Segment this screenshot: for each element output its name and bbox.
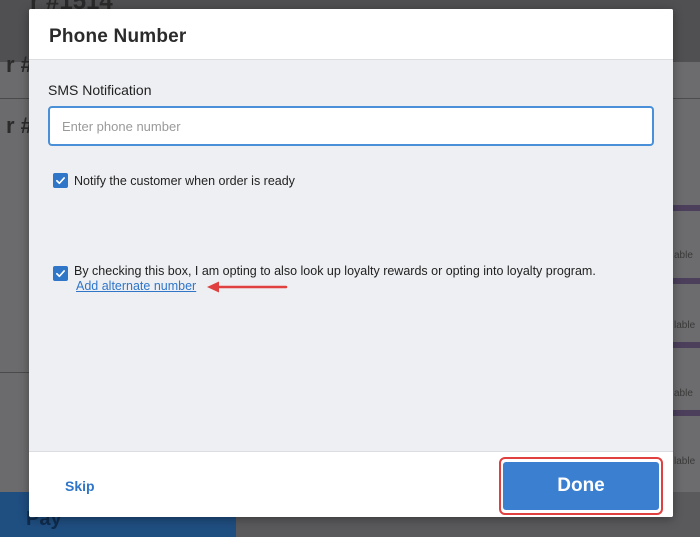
background-right-strip: [672, 278, 700, 284]
background-right-strip: [672, 410, 700, 416]
dialog-footer: Skip Done: [29, 451, 673, 517]
add-alternate-number-link[interactable]: Add alternate number: [76, 279, 196, 293]
loyalty-opt-in-checkbox[interactable]: [53, 266, 68, 281]
background-right-label: lable: [674, 320, 696, 331]
background-right-label: able: [674, 388, 693, 399]
loyalty-opt-in-label: By checking this box, I am opting to als…: [74, 264, 596, 278]
skip-button[interactable]: Skip: [65, 478, 95, 494]
notify-customer-checkbox[interactable]: [53, 173, 68, 188]
notify-customer-label: Notify the customer when order is ready: [74, 174, 295, 188]
phone-number-dialog: Phone Number SMS Notification Notify the…: [29, 9, 673, 517]
background-right-label: lable: [674, 456, 696, 467]
background-right-strip: [672, 342, 700, 348]
dialog-body: SMS Notification Notify the customer whe…: [29, 60, 673, 451]
dialog-header: Phone Number: [29, 9, 673, 60]
background-right-strip: [672, 205, 700, 211]
checkmark-icon: [56, 177, 65, 185]
background-divider: [0, 98, 30, 99]
background-right-divider: [672, 98, 700, 99]
background-divider: [0, 372, 30, 373]
notify-customer-row[interactable]: Notify the customer when order is ready: [53, 172, 295, 190]
checkmark-icon: [56, 270, 65, 278]
sms-notification-label: SMS Notification: [48, 82, 152, 98]
red-arrow-icon: [207, 281, 288, 293]
dialog-title: Phone Number: [49, 26, 187, 47]
done-button[interactable]: Done: [503, 462, 659, 510]
background-right-label: able: [674, 250, 693, 261]
phone-number-input[interactable]: [48, 106, 654, 146]
